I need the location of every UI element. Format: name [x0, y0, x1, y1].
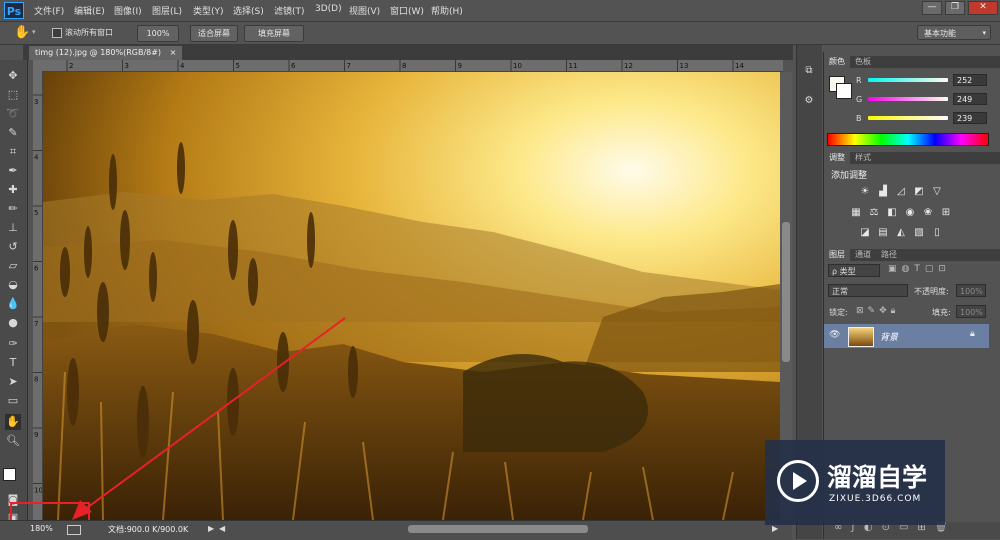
channel-r-value[interactable]: 252: [953, 74, 987, 86]
layer-row-background[interactable]: 👁︎ 背景 🔒︎: [824, 324, 989, 348]
color-spectrum-bar[interactable]: [827, 133, 989, 146]
layers-panel-tabs: 图层 通道 路径: [824, 249, 1000, 261]
invert-icon[interactable]: ◪: [859, 227, 871, 238]
layer-filter-select[interactable]: ρ 类型: [828, 264, 880, 277]
adjust-panel-tabs: 调整 样式: [824, 152, 1000, 164]
annotation-overlay: [10, 317, 346, 538]
workspace-select[interactable]: 基本功能 ▾: [917, 25, 991, 40]
layer-filter-icons[interactable]: ▣◍T▢⊡: [888, 264, 998, 277]
minimize-button[interactable]: —: [922, 1, 942, 15]
hue-saturation-icon[interactable]: ▦: [850, 207, 862, 218]
posterize-icon[interactable]: ▤: [877, 227, 889, 238]
opacity-label: 不透明度:: [914, 287, 949, 296]
selective-color-icon[interactable]: ▯: [931, 227, 943, 238]
document-info: 文档:900.0 K/900.0K: [108, 525, 189, 534]
tab-paths[interactable]: 路径: [876, 249, 902, 261]
opacity-input[interactable]: 100%: [956, 284, 986, 297]
tab-styles[interactable]: 样式: [850, 152, 876, 164]
layer-lock-icon: 🔒︎: [970, 329, 975, 339]
scroll-left-arrow-icon[interactable]: ◀: [219, 524, 225, 533]
levels-icon[interactable]: ▟: [877, 186, 889, 197]
layer-visibility-eye-icon[interactable]: 👁︎: [829, 330, 840, 340]
add-adjustment-title: 添加调整: [831, 171, 868, 181]
blend-mode-select[interactable]: 正常: [828, 284, 908, 297]
color-lookup-icon[interactable]: ⊞: [940, 207, 952, 218]
status-bar: 180% 文档:900.0 K/900.0K ▶ ◀ ▶: [0, 520, 792, 540]
close-button[interactable]: ✕: [968, 1, 998, 15]
lock-icons[interactable]: ⊠✎✥🔒︎: [856, 306, 916, 316]
play-logo-icon: [777, 460, 819, 502]
watermark-title: 溜溜自学: [827, 463, 928, 492]
watermark: 溜溜自学 ZIXUE.3D66.COM: [765, 440, 945, 525]
gradient-map-icon[interactable]: ▧: [913, 227, 925, 238]
chevron-down-icon: ▾: [982, 29, 986, 37]
horizontal-scroll-thumb[interactable]: [408, 525, 588, 533]
watermark-url: ZIXUE.3D66.COM: [829, 494, 922, 504]
channel-g-label: G: [856, 95, 863, 104]
fill-input[interactable]: 100%: [956, 305, 986, 318]
scroll-right-arrow-icon[interactable]: ▶: [772, 524, 778, 533]
tab-layers[interactable]: 图层: [824, 249, 850, 261]
channel-r-slider[interactable]: [868, 78, 948, 82]
channel-b-slider[interactable]: [868, 116, 948, 120]
channel-r-label: R: [856, 76, 862, 85]
layer-name[interactable]: 背景: [880, 330, 898, 343]
zoom-level[interactable]: 180%: [30, 524, 53, 533]
channel-b-value[interactable]: 239: [953, 112, 987, 124]
curves-icon[interactable]: ◿: [895, 186, 907, 197]
properties-panel-icon[interactable]: ⚙: [802, 95, 816, 109]
status-menu-arrow-icon[interactable]: ▶: [208, 524, 214, 533]
tab-swatches[interactable]: 色板: [850, 56, 876, 68]
history-panel-icon[interactable]: ⧉: [802, 65, 816, 79]
tab-channels[interactable]: 通道: [850, 249, 876, 261]
tab-adjustments[interactable]: 调整: [824, 152, 850, 164]
color-panel-tabs: 颜色 色板: [824, 56, 1000, 68]
proof-icon: [67, 525, 81, 535]
brightness-icon[interactable]: ☀: [859, 186, 871, 197]
workspace-label: 基本功能: [924, 29, 956, 38]
fill-label: 填充:: [932, 308, 951, 317]
channel-b-label: B: [856, 114, 862, 123]
restore-button[interactable]: ❐: [945, 1, 965, 15]
channel-g-slider[interactable]: [868, 97, 948, 101]
photo-filter-icon[interactable]: ◉: [904, 207, 916, 218]
background-color-chip[interactable]: [836, 83, 852, 99]
vibrance-icon[interactable]: ▽: [931, 186, 943, 197]
exposure-icon[interactable]: ◩: [913, 186, 925, 197]
channel-g-value[interactable]: 249: [953, 93, 987, 105]
channel-mixer-icon[interactable]: ❀: [922, 207, 934, 218]
tab-color[interactable]: 颜色: [824, 56, 850, 68]
lock-label: 锁定:: [829, 308, 848, 317]
color-balance-icon[interactable]: ⚖: [868, 207, 880, 218]
black-white-icon[interactable]: ◧: [886, 207, 898, 218]
threshold-icon[interactable]: ◭: [895, 227, 907, 238]
layer-thumbnail: [848, 327, 874, 347]
